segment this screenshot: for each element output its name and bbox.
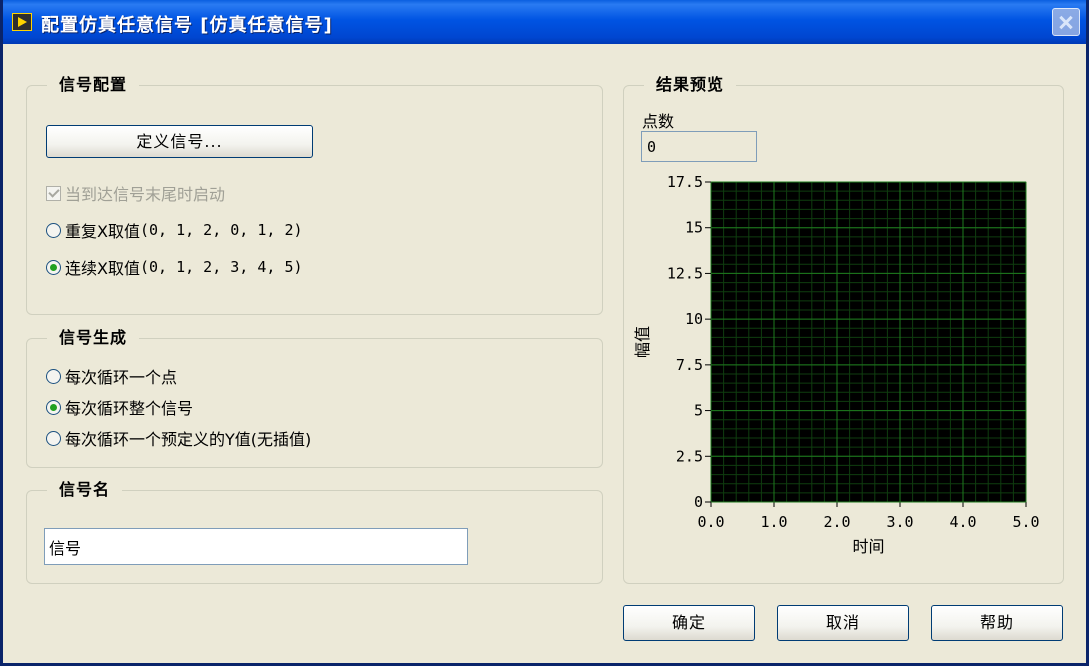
repeat-x-radio[interactable]	[46, 222, 61, 238]
signal-generation-legend: 信号生成	[47, 328, 140, 348]
y-tick-label: 5	[694, 402, 703, 420]
close-button[interactable]	[1052, 8, 1080, 36]
continuous-x-option[interactable]: 连续X取值 (0, 1, 2, 3, 4, 5)	[46, 256, 303, 278]
cancel-button[interactable]: 取消	[777, 605, 909, 641]
points-indicator: 0	[641, 131, 757, 162]
y-tick-label: 17.5	[667, 173, 703, 191]
x-axis-label: 时间	[852, 537, 884, 556]
one-point-option[interactable]: 每次循环一个点	[46, 365, 177, 387]
x-tick-label: 1.0	[760, 513, 787, 531]
y-tick-label: 2.5	[676, 447, 703, 465]
signal-config-legend: 信号配置	[47, 75, 140, 95]
one-point-radio[interactable]	[46, 368, 61, 384]
predefined-y-radio[interactable]	[46, 430, 61, 446]
points-label: 点数	[642, 112, 675, 131]
x-tick-label: 4.0	[949, 513, 976, 531]
start-at-end-checkbox[interactable]	[46, 185, 61, 201]
start-at-end-checkbox-row[interactable]: 当到达信号末尾时启动	[46, 182, 225, 204]
one-point-label: 每次循环一个点	[65, 368, 178, 387]
whole-signal-label: 每次循环整个信号	[65, 399, 194, 418]
continuous-x-values: (0, 1, 2, 3, 4, 5)	[139, 258, 303, 276]
continuous-x-label: 连续X取值	[65, 259, 140, 278]
repeat-x-option[interactable]: 重复X取值 (0, 1, 2, 0, 1, 2)	[46, 219, 303, 241]
preview-chart: 0.0 1.0 2.0 3.0 4.0 5.0 0 2.5 5 7.5 10 12.5 15 17.5 时间…	[633, 173, 1040, 556]
signal-name-input[interactable]: 信号	[44, 528, 468, 565]
y-tick-label: 10	[685, 310, 703, 328]
ok-button[interactable]: 确定	[623, 605, 755, 641]
x-tick-label: 2.0	[823, 513, 850, 531]
continuous-x-radio[interactable]	[46, 259, 61, 275]
predefined-y-option[interactable]: 每次循环一个预定义的Y值(无插值)	[46, 427, 311, 449]
whole-signal-option[interactable]: 每次循环整个信号	[46, 396, 193, 418]
x-tick-label: 3.0	[886, 513, 913, 531]
repeat-x-values: (0, 1, 2, 0, 1, 2)	[139, 221, 303, 239]
x-tick-label: 5.0	[1012, 513, 1039, 531]
plot-area	[710, 181, 1027, 503]
window-title: 配置仿真任意信号 [仿真任意信号]	[41, 15, 333, 36]
y-tick-label: 15	[685, 219, 703, 237]
y-tick-label: 7.5	[676, 356, 703, 374]
labview-vi-icon	[12, 13, 32, 31]
help-button[interactable]: 帮助	[931, 605, 1063, 641]
predefined-y-label: 每次循环一个预定义的Y值(无插值)	[65, 430, 312, 449]
whole-signal-radio[interactable]	[46, 399, 61, 415]
define-signal-button[interactable]: 定义信号...	[46, 125, 313, 158]
y-tick-label: 0	[694, 493, 703, 511]
title-bar[interactable]: 配置仿真任意信号 [仿真任意信号]	[3, 0, 1086, 44]
y-tick-label: 12.5	[667, 264, 703, 282]
signal-name-legend: 信号名	[47, 480, 123, 500]
preview-legend: 结果预览	[644, 75, 737, 95]
start-at-end-label: 当到达信号末尾时启动	[65, 185, 226, 204]
repeat-x-label: 重复X取值	[65, 222, 140, 241]
y-axis-label: 幅值	[633, 326, 652, 358]
x-tick-label: 0.0	[697, 513, 724, 531]
